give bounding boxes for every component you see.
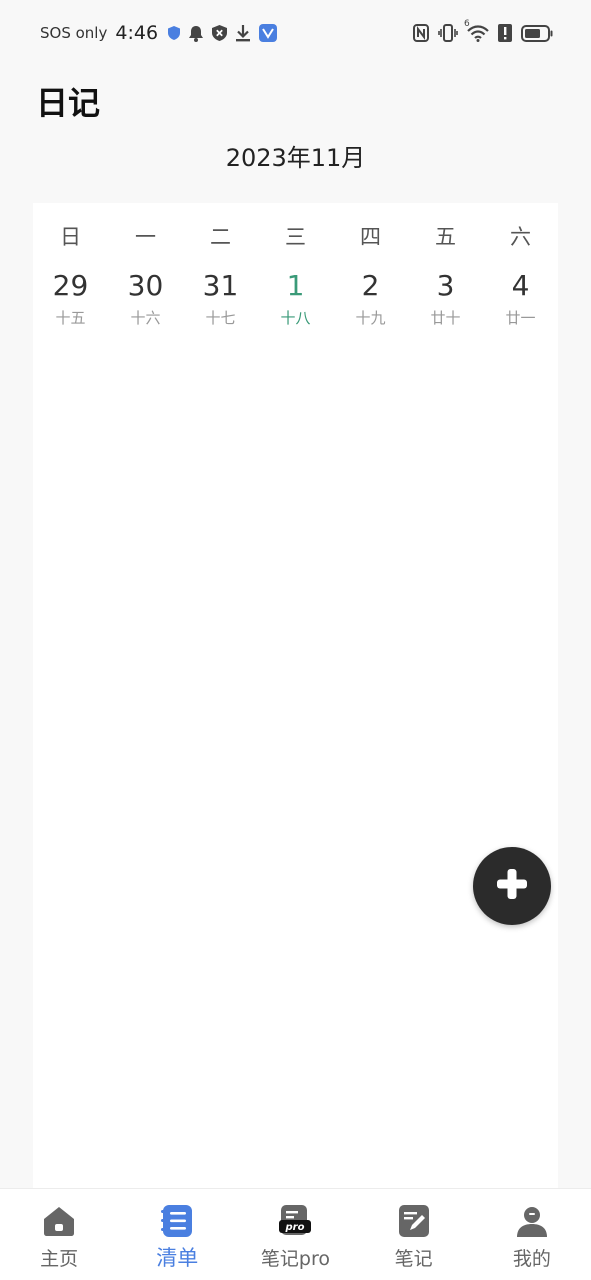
day-number: 1 <box>286 269 305 302</box>
profile-icon <box>514 1203 550 1239</box>
bottom-nav: 主页 清单 pro 笔记pro 笔记 我的 <box>0 1188 591 1280</box>
wifi-icon: 6 <box>464 19 489 42</box>
nav-item-home[interactable]: 主页 <box>0 1189 118 1280</box>
lunar-date: 十八 <box>280 309 311 327</box>
download-icon <box>235 24 251 42</box>
vibrate-icon <box>438 24 458 42</box>
nav-item-note[interactable]: 笔记 <box>355 1189 473 1280</box>
carrier-text: SOS only <box>40 24 108 42</box>
clock: 4:46 <box>115 22 159 44</box>
note-edit-icon <box>396 1203 432 1239</box>
note-pro-icon: pro <box>277 1203 313 1239</box>
weekday-label: 一 <box>135 225 156 249</box>
home-icon <box>41 1203 77 1239</box>
add-entry-button[interactable] <box>473 847 551 925</box>
status-left: SOS only 4:46 <box>40 22 278 44</box>
nav-label: 笔记pro <box>260 1248 331 1270</box>
list-icon <box>159 1203 195 1239</box>
bell-icon <box>188 25 204 42</box>
plus-icon <box>495 867 529 905</box>
weekday-label: 六 <box>510 225 531 249</box>
nav-item-note-pro[interactable]: pro 笔记pro <box>236 1189 354 1280</box>
weekday-header-row: 日 一 二 三 四 五 六 <box>33 221 558 251</box>
weekday-label: 二 <box>210 225 231 249</box>
nav-label: 我的 <box>512 1248 551 1270</box>
lunar-date: 十七 <box>205 309 236 327</box>
nav-item-profile[interactable]: 我的 <box>473 1189 591 1280</box>
date-cell[interactable]: 3 廿十 <box>408 269 483 328</box>
battery-icon <box>521 24 553 42</box>
alert-icon <box>498 24 512 42</box>
lunar-date: 十六 <box>130 309 161 327</box>
date-cell[interactable]: 31 十七 <box>183 269 258 328</box>
nav-label: 主页 <box>40 1248 79 1270</box>
svg-text:pro: pro <box>285 1222 305 1233</box>
date-row: 29 十五 30 十六 31 十七 1 十八 2 十九 3 廿十 4 廿一 <box>33 269 558 328</box>
nav-label: 清单 <box>156 1246 199 1270</box>
shield-icon <box>168 26 181 40</box>
app-notification-icon <box>259 24 278 42</box>
blocked-shield-icon <box>212 25 228 41</box>
date-cell-today[interactable]: 1 十八 <box>258 269 333 328</box>
weekday-label: 三 <box>285 225 306 249</box>
weekday-label: 日 <box>60 225 81 249</box>
day-number: 4 <box>511 269 530 302</box>
nav-label: 笔记 <box>394 1248 433 1270</box>
wifi-generation: 6 <box>464 18 470 29</box>
nfc-icon <box>413 24 429 42</box>
month-selector[interactable]: 2023年11月 <box>0 138 591 173</box>
date-cell[interactable]: 2 十九 <box>333 269 408 328</box>
page-title: 日记 <box>36 84 101 122</box>
weekday-label: 五 <box>435 225 456 249</box>
date-cell[interactable]: 4 廿一 <box>483 269 558 328</box>
day-number: 2 <box>361 269 380 302</box>
status-bar: SOS only 4:46 6 <box>0 0 591 66</box>
nav-item-list[interactable]: 清单 <box>118 1189 236 1280</box>
day-number: 3 <box>436 269 455 302</box>
day-number: 31 <box>202 269 239 302</box>
calendar-card: 日 一 二 三 四 五 六 29 十五 30 十六 31 十七 1 十八 2 十… <box>33 203 558 1188</box>
lunar-date: 廿一 <box>505 309 536 327</box>
date-cell[interactable]: 29 十五 <box>33 269 108 328</box>
lunar-date: 廿十 <box>430 309 461 327</box>
status-right: 6 <box>413 19 553 42</box>
date-cell[interactable]: 30 十六 <box>108 269 183 328</box>
weekday-label: 四 <box>360 225 381 249</box>
lunar-date: 十九 <box>355 309 386 327</box>
lunar-date: 十五 <box>55 309 86 327</box>
day-number: 30 <box>127 269 164 302</box>
day-number: 29 <box>52 269 89 302</box>
